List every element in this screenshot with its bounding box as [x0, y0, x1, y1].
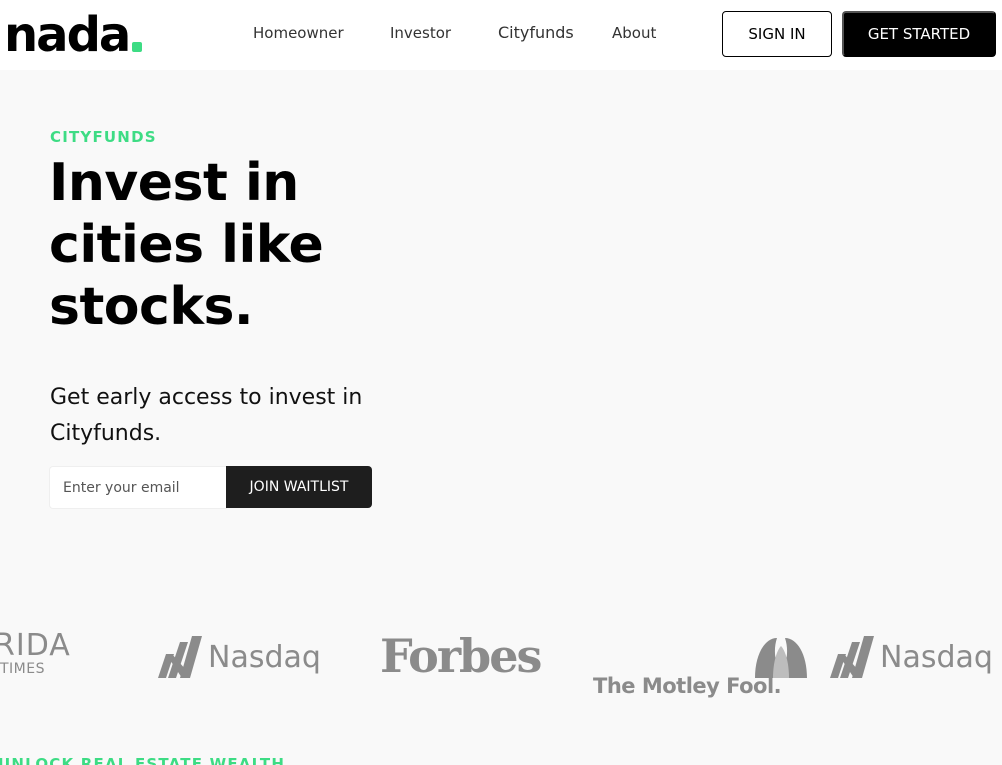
forbes-logo: Forbes: [380, 629, 542, 683]
nasdaq-wordmark: Nasdaq: [880, 639, 993, 675]
jester-cap-icon: [755, 638, 808, 678]
sign-in-button[interactable]: SIGN IN: [722, 11, 832, 57]
nasdaq-logo: Nasdaq: [156, 634, 321, 680]
join-waitlist-button[interactable]: JOIN WAITLIST: [226, 466, 372, 508]
nasdaq-wordmark: Nasdaq: [208, 639, 321, 675]
nada-logo[interactable]: nada: [4, 4, 143, 64]
email-input[interactable]: [49, 466, 227, 509]
hero-title: Invest in cities like stocks.: [49, 153, 324, 337]
section-eyebrow: UNLOCK REAL ESTATE WEALTH: [0, 755, 286, 765]
motley-fool-logo: The Motley Fool.: [593, 632, 811, 700]
florida-times-logo-main: RIDA: [0, 628, 71, 663]
nasdaq-mark-icon: [158, 636, 202, 678]
top-navbar: nada Homeowner Investor Cityfunds About …: [0, 0, 1002, 70]
hero-subtitle: Get early access to invest in Cityfunds.: [50, 385, 363, 446]
get-started-button[interactable]: GET STARTED: [842, 11, 996, 57]
press-logos-strip: RIDA TIMES Nasdaq Forbes The Motley Fool…: [0, 620, 1002, 700]
nav-link-about[interactable]: About: [612, 22, 656, 44]
nav-link-homeowner[interactable]: Homeowner: [253, 22, 344, 44]
nasdaq-mark-icon: [830, 636, 874, 678]
nav-link-cityfunds[interactable]: Cityfunds: [498, 22, 574, 44]
florida-times-logo: RIDA TIMES: [0, 628, 71, 677]
nasdaq-logo: Nasdaq: [828, 634, 993, 680]
hero-eyebrow: CITYFUNDS: [50, 128, 157, 146]
logo-accent-dot: [132, 42, 143, 52]
nav-link-investor[interactable]: Investor: [390, 22, 451, 44]
logo-wordmark: nada: [4, 7, 131, 63]
florida-times-logo-sub: TIMES: [0, 661, 45, 677]
